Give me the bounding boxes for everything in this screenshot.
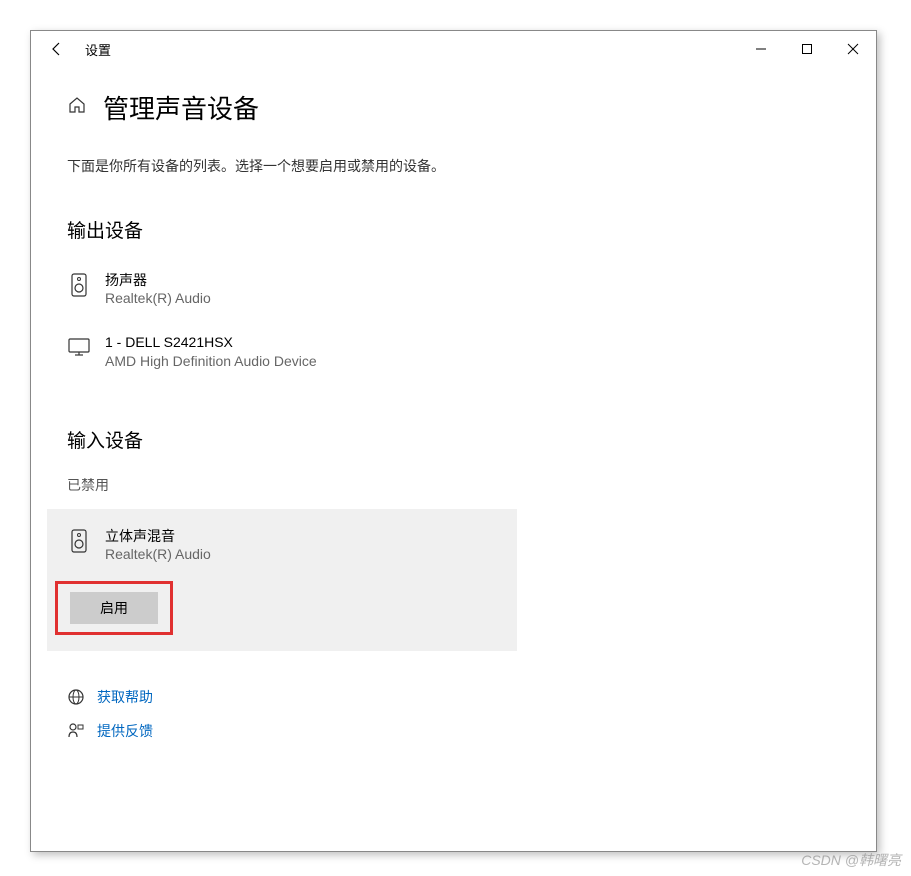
input-section-title: 输入设备 <box>67 426 840 453</box>
feedback-icon <box>67 723 85 739</box>
feedback-link[interactable]: 提供反馈 <box>67 721 840 741</box>
watermark: CSDN @韩曙亮 <box>801 850 901 870</box>
help-icon <box>67 688 85 706</box>
output-device-row[interactable]: 1 - DELL S2421HSX AMD High Definition Au… <box>67 327 840 375</box>
footer-links: 获取帮助 提供反馈 <box>67 687 840 741</box>
window-title: 设置 <box>85 40 111 59</box>
device-sub: Realtek(R) Audio <box>105 289 211 307</box>
content-area: 管理声音设备 下面是你所有设备的列表。选择一个想要启用或禁用的设备。 输出设备 … <box>31 67 876 851</box>
device-text: 1 - DELL S2421HSX AMD High Definition Au… <box>105 333 317 369</box>
highlight-annotation: 启用 <box>55 581 173 635</box>
window-controls <box>738 31 876 67</box>
device-name: 1 - DELL S2421HSX <box>105 333 317 351</box>
speaker-icon <box>67 273 91 297</box>
page-header: 管理声音设备 <box>67 89 840 126</box>
device-name: 立体声混音 <box>105 527 211 545</box>
output-device-row[interactable]: 扬声器 Realtek(R) Audio <box>67 265 840 313</box>
device-text: 扬声器 Realtek(R) Audio <box>105 271 211 307</box>
input-device-row[interactable]: 立体声混音 Realtek(R) Audio <box>67 521 517 569</box>
output-section-title: 输出设备 <box>67 216 840 243</box>
settings-window: 设置 管理声音设备 下面是你所有设备的列表。选择一个想要启用或禁用的设备。 输出… <box>30 30 877 852</box>
device-sub: AMD High Definition Audio Device <box>105 352 317 370</box>
maximize-button[interactable] <box>784 31 830 67</box>
page-description: 下面是你所有设备的列表。选择一个想要启用或禁用的设备。 <box>67 156 840 176</box>
disabled-label: 已禁用 <box>67 475 840 495</box>
input-section: 输入设备 已禁用 立体声混音 Realtek(R) Audio 启用 <box>67 426 840 651</box>
titlebar: 设置 <box>31 31 876 67</box>
device-sub: Realtek(R) Audio <box>105 545 211 563</box>
feedback-link-label: 提供反馈 <box>97 721 153 741</box>
back-button[interactable] <box>39 31 75 67</box>
input-device-panel: 立体声混音 Realtek(R) Audio 启用 <box>47 509 517 651</box>
page-title: 管理声音设备 <box>103 89 259 126</box>
get-help-link[interactable]: 获取帮助 <box>67 687 840 707</box>
close-button[interactable] <box>830 31 876 67</box>
home-icon[interactable] <box>67 95 87 120</box>
device-text: 立体声混音 Realtek(R) Audio <box>105 527 211 563</box>
minimize-button[interactable] <box>738 31 784 67</box>
help-link-label: 获取帮助 <box>97 687 153 707</box>
monitor-icon <box>67 335 91 359</box>
enable-button[interactable]: 启用 <box>70 592 158 624</box>
device-name: 扬声器 <box>105 271 211 289</box>
speaker-icon <box>67 529 91 553</box>
